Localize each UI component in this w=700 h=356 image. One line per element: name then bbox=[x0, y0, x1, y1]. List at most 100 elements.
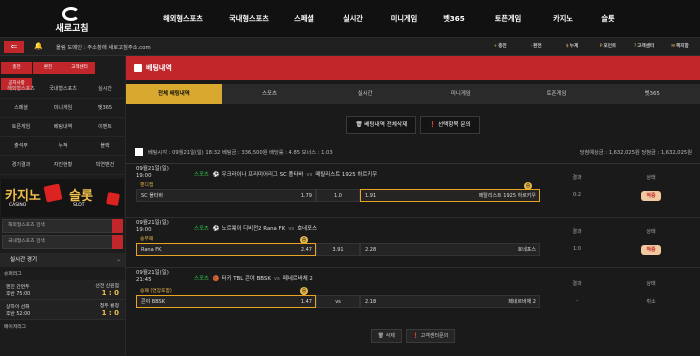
support-button[interactable]: 고객센터 bbox=[64, 62, 95, 74]
tab-all[interactable]: 전체 배팅내역 bbox=[126, 84, 222, 104]
logo[interactable]: 새로고침 bbox=[40, 7, 100, 34]
quick-withdraw[interactable]: -환전 bbox=[518, 38, 554, 56]
chevron-down-icon: ⌄ bbox=[116, 257, 121, 263]
line-cell: 1.0 bbox=[316, 189, 360, 202]
home-odds-cell[interactable]: Rana FK 2.47 bbox=[136, 243, 316, 256]
minus-icon: - bbox=[530, 44, 533, 49]
draw-odds-cell[interactable]: 3.91 bbox=[316, 243, 360, 256]
nav-item[interactable]: 벳365 bbox=[430, 0, 478, 38]
tab-live[interactable]: 실시간 bbox=[317, 84, 413, 104]
support-inquiry-button[interactable]: ❗ 고객센터문의 bbox=[405, 329, 456, 343]
notice-text: 올림 도메인 : 주소창에 새로고침주소.com bbox=[56, 45, 151, 51]
bet-summary-right: 당첨예상금 : 1,632,025원 당첨금 : 1,632,025원 bbox=[579, 150, 692, 156]
select-checkbox[interactable] bbox=[135, 148, 143, 156]
sidebar-item[interactable]: 빅연맨건 bbox=[84, 156, 126, 175]
dice-icon bbox=[106, 192, 120, 206]
sidebar-item[interactable]: 자진현황 bbox=[42, 156, 84, 175]
casino-sub: CASINO bbox=[9, 203, 27, 208]
home-odds-cell[interactable]: SC 폴타바 1.79 bbox=[136, 189, 316, 202]
status-label: 상태 bbox=[646, 229, 656, 235]
quick-point[interactable]: P포인트 bbox=[590, 38, 626, 56]
league-title: 메이저리그 bbox=[4, 325, 27, 330]
search-button[interactable] bbox=[112, 219, 123, 233]
sidebar-item[interactable]: 미니게임 bbox=[42, 99, 84, 118]
soccer-icon: ⚽ bbox=[212, 226, 220, 232]
sidebar-item[interactable]: 스페셜 bbox=[0, 99, 42, 118]
slot-sub: SLOT bbox=[73, 203, 85, 208]
search-button[interactable] bbox=[112, 235, 123, 249]
dice-icon bbox=[43, 183, 63, 203]
sidebar-item[interactable]: 누적 bbox=[42, 137, 84, 156]
list-icon bbox=[134, 64, 142, 72]
league-title: 슈퍼리그 bbox=[4, 272, 22, 277]
nav-item[interactable]: 스페셜 bbox=[280, 0, 328, 38]
sidebar-item[interactable]: 블랙 bbox=[84, 137, 126, 156]
logo-mark bbox=[62, 7, 80, 21]
tab-bet365[interactable]: 벳365 bbox=[604, 84, 700, 104]
odds-row: 콘야 BBSK 1.47 vs 2.18 페네르바체 2 bbox=[136, 295, 540, 308]
sidebar: 충전 환전 고객센터 공지사항 해외형스포츠 국내형스포츠 실시간 스페셜 미니… bbox=[0, 56, 126, 356]
status-value: 취소 bbox=[646, 299, 656, 305]
nav-item[interactable]: 해외형스포츠 bbox=[148, 0, 218, 38]
live-match[interactable]: 상하이 선화 후반 52:00 청두 룡청 1 : 0 bbox=[0, 300, 125, 320]
home-odds-cell[interactable]: 콘야 BBSK 1.47 bbox=[136, 295, 316, 308]
sidebar-item[interactable]: 국내형스포츠 bbox=[42, 80, 84, 99]
bet-footer-buttons: 🗑 삭제 ❗ 고객센터문의 bbox=[126, 329, 700, 343]
sidebar-item[interactable]: 실시간 bbox=[84, 80, 126, 99]
logo-text: 새로고침 bbox=[55, 24, 89, 34]
away-odds-cell[interactable]: 1.91 메탈리스트 1925 하르키우 bbox=[360, 189, 540, 202]
quick-deposit[interactable]: +충전 bbox=[482, 38, 518, 56]
nav-item[interactable]: 미니게임 bbox=[378, 0, 430, 38]
tab-mini[interactable]: 미니게임 bbox=[413, 84, 509, 104]
nav-item[interactable]: 슬롯 bbox=[588, 0, 628, 38]
result-label: 결과 bbox=[572, 229, 582, 235]
nav-item[interactable]: 국내형스포츠 bbox=[218, 0, 280, 38]
menu-toggle-button[interactable]: ⇐ bbox=[4, 41, 24, 53]
sidebar-item[interactable]: 출석부 bbox=[0, 137, 42, 156]
tab-token[interactable]: 토픈게임 bbox=[509, 84, 605, 104]
away-odds-cell[interactable]: 2.28 호네포스 bbox=[360, 243, 540, 256]
bet-datetime: 09월21일(일) 19:00 bbox=[136, 166, 169, 179]
sidebar-item[interactable]: 이벤트 bbox=[84, 118, 126, 137]
nav-item[interactable]: 실시간 bbox=[328, 0, 378, 38]
result-label: 결과 bbox=[572, 281, 582, 287]
status-badge: 적중 bbox=[641, 191, 661, 201]
quick-menu: +충전 -환전 $누계 P포인트 ?고객센터 ✉쪽지함 bbox=[482, 38, 698, 56]
sidebar-item[interactable]: 경기결과 bbox=[0, 156, 42, 175]
bet-league-line: 스포츠 ⚽ 우크라이나 프리미어리그 SC 폴타바 vs 메탈리스트 1925 하르키우 bbox=[194, 172, 378, 178]
sidebar-item[interactable]: 베팅내역 bbox=[42, 118, 84, 137]
main-nav: 해외형스포츠 국내형스포츠 스페셜 실시간 미니게임 벳365 토픈게임 카지노… bbox=[148, 0, 628, 38]
result-value: 1:0 bbox=[572, 246, 582, 252]
casino-slot-banner[interactable]: 카지노 CASINO 슬롯 SLOT bbox=[1, 179, 124, 217]
quick-total[interactable]: $누계 bbox=[554, 38, 590, 56]
sidebar-buttons: 충전 환전 고객센터 공지사항 bbox=[0, 56, 125, 90]
sidebar-item[interactable]: 벳365 bbox=[84, 99, 126, 118]
deposit-button[interactable]: 충전 bbox=[1, 62, 32, 74]
sidebar-menu-grid: 해외형스포츠 국내형스포츠 실시간 스페셜 미니게임 벳365 토픈게임 베팅내… bbox=[0, 80, 126, 175]
tab-sports[interactable]: 스포츠 bbox=[222, 84, 318, 104]
quick-message[interactable]: ✉쪽지함 bbox=[662, 38, 698, 56]
main-content: 베팅내역 전체 배팅내역 스포츠 실시간 미니게임 토픈게임 벳365 🗑 베팅… bbox=[126, 56, 700, 356]
status-badge: 적중 bbox=[641, 245, 661, 255]
domestic-search-input[interactable]: 국내형스포츠 검색 bbox=[2, 235, 123, 249]
bet-tabs: 전체 배팅내역 스포츠 실시간 미니게임 토픈게임 벳365 bbox=[126, 84, 700, 104]
status-label: 상태 bbox=[646, 175, 656, 181]
overseas-search-input[interactable]: 해외형스포츠 검색 bbox=[2, 219, 123, 233]
inquiry-button[interactable]: ❗ 선택항목 문의 bbox=[420, 116, 480, 134]
status-label: 상태 bbox=[646, 281, 656, 287]
sidebar-item[interactable]: 토픈게임 bbox=[0, 118, 42, 137]
quick-support[interactable]: ?고객센터 bbox=[626, 38, 662, 56]
soccer-icon: ⚽ bbox=[212, 172, 220, 178]
result-label: 결과 bbox=[572, 175, 582, 181]
sidebar-item[interactable]: 해외형스포츠 bbox=[0, 80, 42, 99]
withdraw-button[interactable]: 환전 bbox=[32, 62, 64, 74]
away-odds-cell[interactable]: 2.18 페네르바체 2 bbox=[360, 295, 540, 308]
live-match[interactable]: 맨진 간먼두 후반 75:00 선전 신원점 1 : 0 bbox=[0, 280, 125, 300]
delete-all-button[interactable]: 🗑 베팅내역 전체삭제 bbox=[346, 116, 417, 134]
nav-item[interactable]: 카지노 bbox=[538, 0, 588, 38]
bet-summary-left: 베팅시각 : 09월21일(일) 18:32 베팅금 : 336,500원 배당… bbox=[148, 150, 333, 156]
delete-button[interactable]: 🗑 삭제 bbox=[370, 329, 402, 343]
live-header[interactable]: 실시간 경기 ⌄ bbox=[0, 253, 125, 267]
nav-item[interactable]: 토픈게임 bbox=[478, 0, 538, 38]
plus-icon: + bbox=[493, 44, 498, 49]
